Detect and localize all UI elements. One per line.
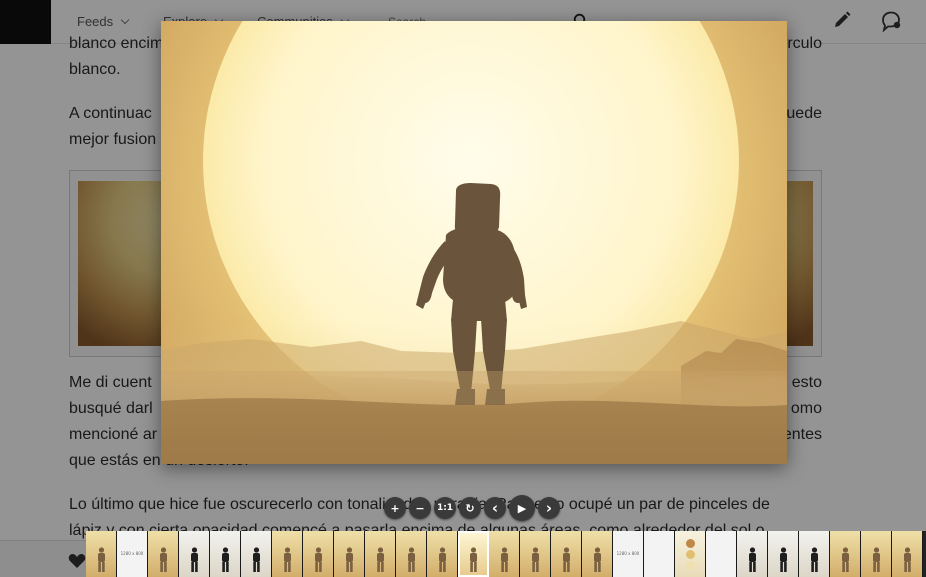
thumbnail-16[interactable]	[551, 531, 582, 577]
thumbnail-15[interactable]	[520, 531, 551, 577]
lightbox-controls: + − 1:1 ↻ ‹ ▶ ›	[384, 495, 560, 521]
thumbnail-19[interactable]	[644, 531, 675, 577]
astronaut-thumb-icon	[439, 547, 446, 572]
next-image-button[interactable]: ›	[538, 497, 560, 519]
astronaut-thumb-icon	[904, 547, 911, 572]
thumbnail-27[interactable]	[892, 531, 923, 577]
thumbnail-20[interactable]	[675, 531, 706, 577]
astronaut-thumb-icon	[222, 547, 229, 572]
thumbnail-23[interactable]	[768, 531, 799, 577]
astronaut-thumb-icon	[408, 547, 415, 572]
astronaut-thumb-icon	[253, 547, 260, 572]
thumbnail-11[interactable]	[396, 531, 427, 577]
thumbnail-13[interactable]	[458, 531, 489, 577]
thumbnail-21[interactable]	[706, 531, 737, 577]
astronaut-thumb-icon	[191, 547, 198, 572]
lightbox-image[interactable]	[161, 21, 787, 464]
thumbnail-dot	[686, 561, 695, 570]
play-slideshow-button[interactable]: ▶	[509, 495, 535, 521]
thumbnail-6[interactable]	[241, 531, 272, 577]
thumbnail-4[interactable]	[179, 531, 210, 577]
astronaut-desert-illustration	[161, 21, 787, 464]
zoom-out-button[interactable]: −	[409, 497, 431, 519]
astronaut-thumb-icon	[470, 547, 477, 572]
astronaut-thumb-icon	[532, 547, 539, 572]
astronaut-thumb-icon	[377, 547, 384, 572]
astronaut-thumb-icon	[501, 547, 508, 572]
thumbnail-22[interactable]	[737, 531, 768, 577]
thumbnail-26[interactable]	[861, 531, 892, 577]
astronaut-thumb-icon	[315, 547, 322, 572]
astronaut-thumb-icon	[563, 547, 570, 572]
previous-image-button[interactable]: ‹	[484, 497, 506, 519]
rotate-button[interactable]: ↻	[459, 497, 481, 519]
thumbnail-size-label: 1280 x 800	[120, 551, 144, 556]
thumbnail-3[interactable]	[148, 531, 179, 577]
astronaut-thumb-icon	[346, 547, 353, 572]
astronaut-thumb-icon	[98, 547, 105, 572]
thumbnail-14[interactable]	[489, 531, 520, 577]
thumbnail-8[interactable]	[303, 531, 334, 577]
zoom-in-button[interactable]: +	[384, 497, 406, 519]
thumbnail-12[interactable]	[427, 531, 458, 577]
thumbnail-size-label: 1280 x 800	[616, 551, 640, 556]
thumbnail-7[interactable]	[272, 531, 303, 577]
thumbnail-18[interactable]: 1280 x 800	[613, 531, 644, 577]
astronaut-thumb-icon	[780, 547, 787, 572]
thumbnail-dot	[686, 539, 695, 548]
astronaut-thumb-icon	[811, 547, 818, 572]
thumbnail-9[interactable]	[334, 531, 365, 577]
thumbnail-17[interactable]	[582, 531, 613, 577]
thumbnail-dot	[686, 550, 695, 559]
thumbnail-10[interactable]	[365, 531, 396, 577]
thumbnail-2[interactable]: 1280 x 800	[117, 531, 148, 577]
astronaut-thumb-icon	[842, 547, 849, 572]
astronaut-thumb-icon	[284, 547, 291, 572]
actual-size-button[interactable]: 1:1	[434, 497, 456, 519]
thumbnail-1[interactable]	[86, 531, 117, 577]
thumbnail-strip: 1280 x 800 1280 x 800	[86, 531, 926, 577]
thumbnail-24[interactable]	[799, 531, 830, 577]
astronaut-thumb-icon	[873, 547, 880, 572]
thumbnail-5[interactable]	[210, 531, 241, 577]
thumbnail-25[interactable]	[830, 531, 861, 577]
astronaut-thumb-icon	[749, 547, 756, 572]
astronaut-thumb-icon	[594, 547, 601, 572]
astronaut-thumb-icon	[160, 547, 167, 572]
